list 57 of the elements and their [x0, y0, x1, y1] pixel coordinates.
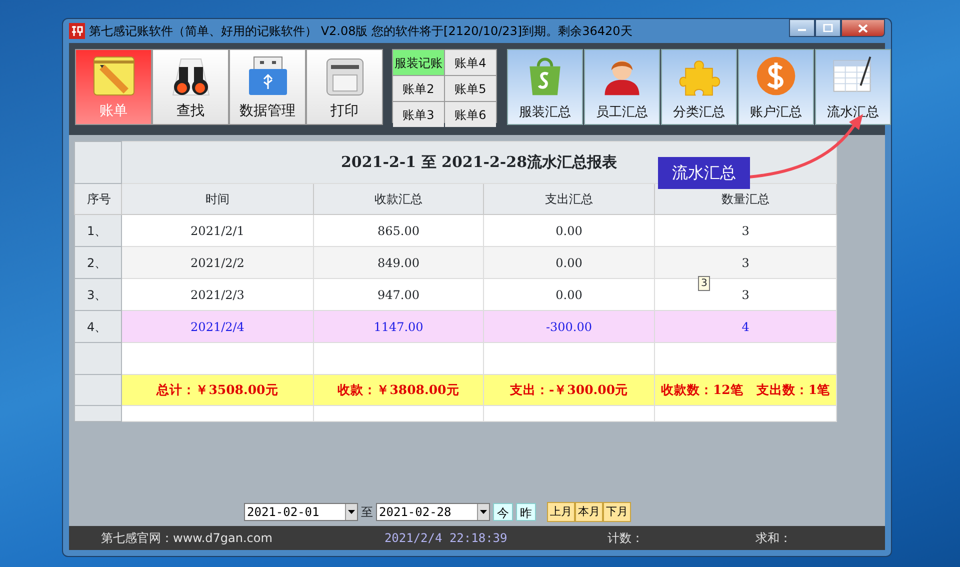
table-cell: 0.00 [484, 246, 654, 278]
callout-label: 流水汇总 [658, 157, 750, 189]
window-title: 第七感记账软件（简单、好用的记账软件） V2.08版 您的软件将于[2120/10/23]到期。剩余36420天 [89, 23, 632, 40]
total-cell: 收款数：12笔 支出数：1笔 [654, 374, 837, 406]
ledger-tab[interactable]: 账单6 [445, 102, 496, 127]
table-cell: 849.00 [314, 246, 484, 278]
ledger-tab[interactable]: 账单3 [393, 102, 444, 127]
ledger-tab[interactable]: 服装记账 [393, 50, 444, 75]
table-cell: -300.00 [484, 310, 654, 342]
count-label: 计数： [607, 530, 644, 547]
total-cell: 支出：-￥300.00元 [484, 374, 654, 406]
tooltip: 3 [698, 276, 710, 291]
summary-button[interactable]: 账户汇总 [738, 49, 814, 125]
summary-button[interactable]: 员工汇总 [584, 49, 660, 125]
month-button[interactable]: 下月 [603, 502, 631, 522]
sum-label: 求和： [755, 530, 792, 547]
close-icon [858, 24, 868, 32]
ledger-tab[interactable]: 账单4 [445, 50, 496, 75]
row-number: 1、 [74, 214, 122, 246]
date-field[interactable]: 2021-02-28 [376, 503, 490, 521]
total-cell: 收款：￥3808.00元 [314, 374, 484, 406]
total-cell: 总计：￥3508.00元 [122, 374, 314, 406]
quick-date-button[interactable]: 今 [493, 503, 513, 521]
range-label: 至 [361, 504, 373, 521]
row-number: 3、 [74, 278, 122, 310]
table-cell: 2021/2/4 [122, 310, 314, 342]
dropdown-arrow-icon[interactable] [348, 510, 356, 514]
ledger-tab[interactable]: 账单5 [445, 76, 496, 101]
table-cell: 3 [654, 246, 837, 278]
toolbar-button[interactable]: 数据管理 [229, 49, 306, 125]
summary-button[interactable]: 流水汇总 [815, 49, 891, 125]
site-info: 第七感官网：www.d7gan.com [101, 530, 272, 547]
date-field[interactable]: 2021-02-01 [244, 503, 358, 521]
table-cell: 2021/2/2 [122, 246, 314, 278]
month-button[interactable]: 上月 [547, 502, 575, 522]
date-time: 2021/2/4 22:18:39 [384, 530, 508, 547]
row-number: 2、 [74, 246, 122, 278]
column-header: 序号 [74, 184, 122, 214]
month-button[interactable]: 本月 [575, 502, 603, 522]
ledger-tab[interactable]: 账单2 [393, 76, 444, 101]
column-header: 支出汇总 [484, 184, 654, 214]
minimize-button[interactable] [789, 19, 815, 37]
column-header: 时间 [122, 184, 314, 214]
toolbar-button[interactable]: 打印 [306, 49, 383, 125]
quick-date-button[interactable]: 昨 [516, 503, 536, 521]
toolbar-button[interactable]: 查找 [152, 49, 229, 125]
summary-button[interactable]: 分类汇总 [661, 49, 737, 125]
table-cell: 4 [654, 310, 837, 342]
column-header: 收款汇总 [314, 184, 484, 214]
close-button[interactable] [841, 19, 885, 37]
dropdown-arrow-icon[interactable] [480, 510, 488, 514]
maximize-icon [823, 24, 833, 32]
row-number: 4、 [74, 310, 122, 342]
summary-button[interactable]: 服装汇总 [507, 49, 583, 125]
maximize-button[interactable] [815, 19, 841, 37]
table-cell: 1147.00 [314, 310, 484, 342]
app-logo-icon [69, 23, 85, 39]
